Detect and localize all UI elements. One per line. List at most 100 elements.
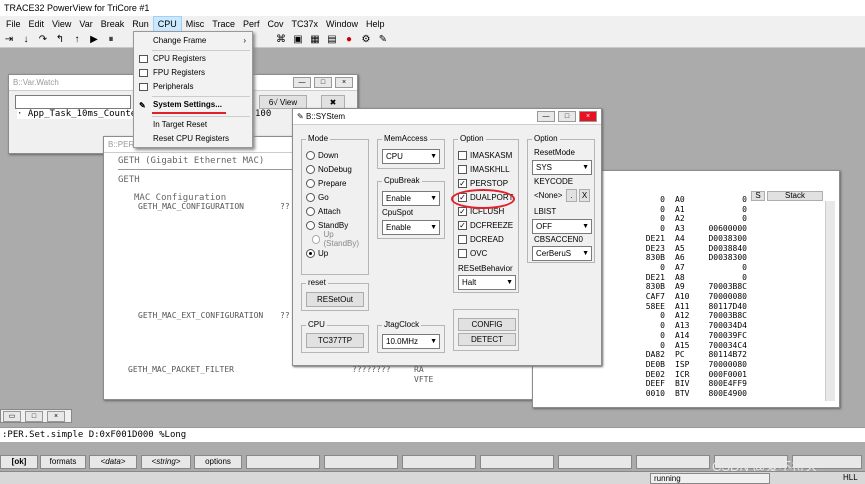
mode-up-standby-radio[interactable]: Up (StandBy) bbox=[306, 230, 368, 248]
register-value[interactable]: 70003B8C bbox=[701, 311, 747, 320]
menu-cpu-registers[interactable]: CPU Registers bbox=[134, 52, 252, 66]
register-value[interactable]: 700034D4 bbox=[701, 321, 747, 330]
step-into-icon[interactable]: ⇥ bbox=[2, 33, 16, 47]
menu-misc[interactable]: Misc bbox=[182, 16, 209, 32]
minimize-button[interactable]: — bbox=[293, 77, 311, 88]
break-icon[interactable]: ⏸ bbox=[104, 33, 118, 47]
register-value[interactable]: 70000080 bbox=[701, 292, 747, 301]
view-button[interactable]: 6√ View bbox=[259, 95, 307, 109]
mode-nodebug-radio[interactable]: NoDebug bbox=[306, 162, 368, 176]
close-button[interactable]: × bbox=[335, 77, 353, 88]
menu-view[interactable]: View bbox=[48, 16, 75, 32]
menu-run[interactable]: Run bbox=[128, 16, 153, 32]
menu-window[interactable]: Window bbox=[322, 16, 362, 32]
detect-button[interactable]: DETECT bbox=[458, 333, 516, 346]
per-geth-sub[interactable]: GETH bbox=[118, 175, 140, 185]
softkey-empty-6[interactable] bbox=[636, 455, 710, 469]
wrench-icon[interactable]: ✎ bbox=[376, 33, 390, 47]
softkey-formats[interactable]: formats bbox=[40, 455, 86, 469]
register-value[interactable]: 00600000 bbox=[701, 224, 747, 233]
softkey-options[interactable]: options bbox=[194, 455, 242, 469]
per-geth-header[interactable]: GETH (Gigabit Ethernet MAC) bbox=[118, 156, 264, 166]
softkey-ok[interactable]: [ok] bbox=[0, 455, 38, 469]
softkey-empty-3[interactable] bbox=[402, 455, 476, 469]
dcread-checkbox[interactable]: DCREAD bbox=[458, 232, 513, 246]
per-reg1-value[interactable]: ?? bbox=[280, 202, 290, 211]
register-left-value[interactable]: 0 bbox=[629, 224, 665, 233]
config-button[interactable]: CONFIG bbox=[458, 318, 516, 331]
record-icon[interactable]: ● bbox=[342, 33, 356, 47]
per-reg3-value[interactable]: ???????? bbox=[352, 365, 391, 374]
keycode-clear-button[interactable]: X bbox=[579, 189, 590, 202]
register-s-button[interactable]: S bbox=[751, 191, 765, 201]
register-left-value[interactable]: 0 bbox=[629, 331, 665, 340]
lbist-select[interactable]: OFF ▼ bbox=[532, 219, 592, 234]
menu-trace[interactable]: Trace bbox=[208, 16, 239, 32]
register-left-value[interactable]: 0 bbox=[629, 263, 665, 272]
menu-change-frame[interactable]: Change Frame › bbox=[134, 34, 252, 48]
softkey-empty-4[interactable] bbox=[480, 455, 554, 469]
menu-help[interactable]: Help bbox=[362, 16, 389, 32]
softkey-empty-2[interactable] bbox=[324, 455, 398, 469]
register-left-value[interactable]: DE23 bbox=[629, 244, 665, 253]
register-value[interactable]: 800E4900 bbox=[701, 389, 747, 398]
menu-tc37x[interactable]: TC37x bbox=[287, 16, 322, 32]
step-icon[interactable]: ↓ bbox=[19, 33, 33, 47]
jtag-select[interactable]: 10.0MHz ▼ bbox=[382, 334, 440, 349]
register-left-value[interactable]: 0 bbox=[629, 205, 665, 214]
mode-down-radio[interactable]: Down bbox=[306, 148, 368, 162]
go-up-icon[interactable]: ↑ bbox=[70, 33, 84, 47]
register-value[interactable]: 80117D40 bbox=[701, 302, 747, 311]
register-left-value[interactable]: DE21 bbox=[629, 273, 665, 282]
register-value[interactable]: 0 bbox=[701, 263, 747, 272]
register-left-value[interactable]: DE0B bbox=[629, 360, 665, 369]
menu-cpu[interactable]: CPU bbox=[152, 16, 182, 32]
softkey-data[interactable]: <data> bbox=[89, 455, 137, 469]
menu-peripherals[interactable]: Peripherals bbox=[134, 80, 252, 94]
softkey-empty-5[interactable] bbox=[558, 455, 632, 469]
menu-in-target-reset[interactable]: In Target Reset bbox=[134, 118, 252, 132]
memaccess-select[interactable]: CPU ▼ bbox=[382, 149, 440, 164]
per-reg2-value[interactable]: ?? bbox=[280, 311, 290, 320]
register-value[interactable]: 700034C4 bbox=[701, 341, 747, 350]
register-value[interactable]: D0038300 bbox=[701, 234, 747, 243]
chip-icon[interactable]: ▦ bbox=[308, 33, 322, 47]
restore-button[interactable]: ▭ bbox=[3, 411, 21, 422]
softkey-empty-1[interactable] bbox=[246, 455, 320, 469]
cpubreak-select[interactable]: Enable ▼ bbox=[382, 191, 440, 206]
go-icon[interactable]: ▶ bbox=[87, 33, 101, 47]
watch-row[interactable]: · App_Task_10ms_Counter bbox=[17, 109, 142, 119]
maximize-button[interactable]: □ bbox=[558, 111, 576, 122]
mode-up-radio[interactable]: Up bbox=[306, 246, 368, 260]
register-value[interactable]: 80114B72 bbox=[701, 350, 747, 359]
menu-cov[interactable]: Cov bbox=[263, 16, 287, 32]
step-over-icon[interactable]: ↷ bbox=[36, 33, 50, 47]
register-value[interactable]: 70003B8C bbox=[701, 282, 747, 291]
resetmode-select[interactable]: SYS ▼ bbox=[532, 160, 592, 175]
register-value[interactable]: D0038840 bbox=[701, 244, 747, 253]
imaskasm-checkbox[interactable]: IMASKASM bbox=[458, 148, 513, 162]
register-value[interactable]: 0 bbox=[701, 214, 747, 223]
module-icon[interactable]: ▣ bbox=[291, 33, 305, 47]
minimize-button[interactable]: — bbox=[537, 111, 555, 122]
register-left-value[interactable]: DE21 bbox=[629, 234, 665, 243]
resetout-button[interactable]: RESetOut bbox=[306, 292, 364, 307]
maximize-button[interactable]: □ bbox=[314, 77, 332, 88]
menu-break[interactable]: Break bbox=[97, 16, 129, 32]
menu-system-settings[interactable]: ✎ System Settings... bbox=[134, 98, 252, 112]
mode-attach-radio[interactable]: Attach bbox=[306, 204, 368, 218]
dcfreeze-checkbox[interactable]: ✓ DCFREEZE bbox=[458, 218, 513, 232]
register-value[interactable]: 000F0001 bbox=[701, 370, 747, 379]
register-value[interactable]: D0038300 bbox=[701, 253, 747, 262]
register-value[interactable]: 70000080 bbox=[701, 360, 747, 369]
delete-watch-button[interactable]: ✖ bbox=[321, 95, 345, 109]
command-line-input[interactable]: :PER.Set.simple D:0xF001D000 %Long bbox=[0, 427, 865, 442]
register-left-value[interactable]: DA82 bbox=[629, 350, 665, 359]
register-left-value[interactable]: 830B bbox=[629, 253, 665, 262]
menu-var[interactable]: Var bbox=[75, 16, 96, 32]
menu-edit[interactable]: Edit bbox=[25, 16, 49, 32]
register-scrollbar[interactable] bbox=[825, 201, 835, 401]
register-left-value[interactable]: 0 bbox=[629, 195, 665, 204]
register-value[interactable]: 0 bbox=[701, 205, 747, 214]
mode-go-radio[interactable]: Go bbox=[306, 190, 368, 204]
